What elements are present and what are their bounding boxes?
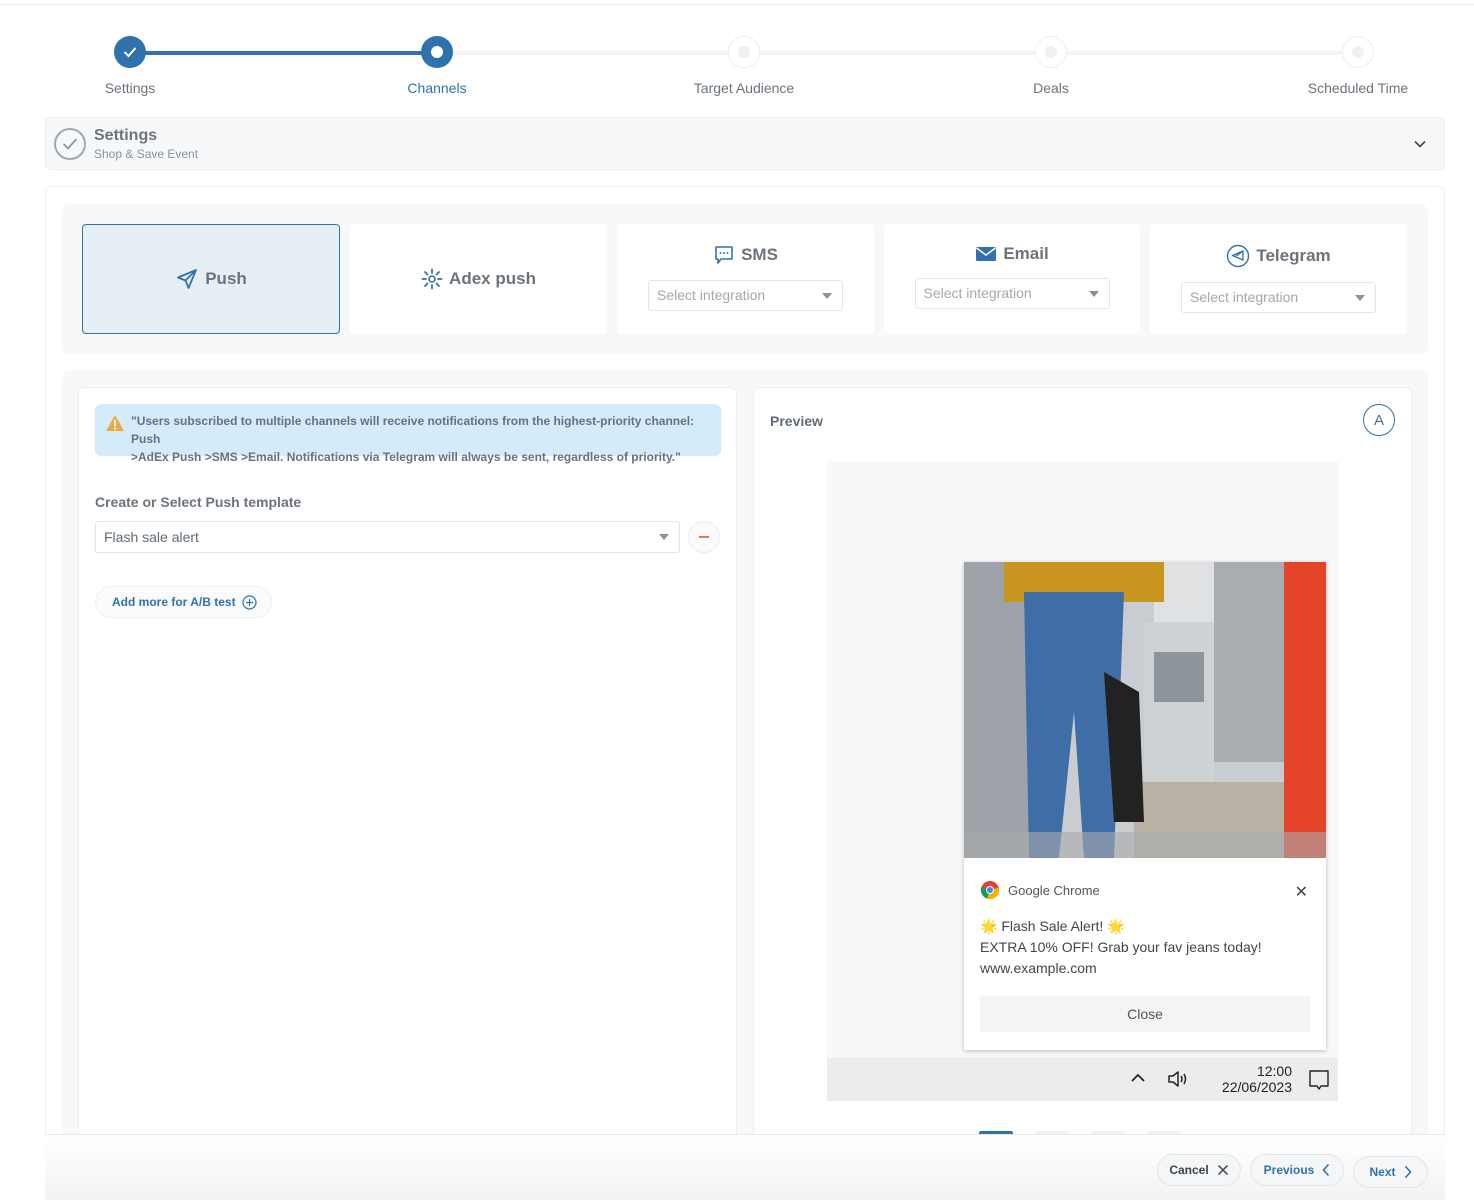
taskbar-time: 12:00 xyxy=(1256,1063,1292,1079)
remove-template-button[interactable] xyxy=(688,521,720,553)
taskbar-date: 22/06/2023 xyxy=(1221,1079,1292,1095)
telegram-integration-select[interactable]: Select integration xyxy=(1181,282,1376,313)
caret-down-icon xyxy=(1088,291,1099,297)
check-circle-icon xyxy=(54,128,86,160)
channel-push[interactable]: Push xyxy=(82,224,340,334)
notification-close-button[interactable]: Close xyxy=(980,996,1310,1032)
step-done-indicator xyxy=(114,36,146,68)
add-ab-test-button[interactable]: Add more for A/B test xyxy=(95,586,272,618)
step-active-indicator xyxy=(421,36,453,68)
step-label: Target Audience xyxy=(693,80,795,96)
template-value: Flash sale alert xyxy=(104,529,199,545)
notification-app-name: Google Chrome xyxy=(1008,882,1100,898)
step-deals[interactable]: Deals xyxy=(971,36,1131,96)
volume-icon[interactable] xyxy=(1167,1069,1191,1089)
channel-adex-push[interactable]: Adex push xyxy=(350,224,607,334)
summary-subtitle: Shop & Save Event xyxy=(94,147,199,161)
notification-url: www.example.com xyxy=(980,960,1097,976)
select-placeholder: Select integration xyxy=(1190,289,1299,305)
desktop-preview: Google Chrome ✕ 🌟 Flash Sale Alert! 🌟 EX… xyxy=(827,461,1338,1101)
summary-title: Settings xyxy=(94,127,158,144)
channel-selector: Push Adex push SMS Select integration Em… xyxy=(62,204,1428,354)
send-icon xyxy=(177,269,198,289)
channel-label: Adex push xyxy=(449,269,536,288)
variant-badge[interactable]: A xyxy=(1363,404,1395,436)
notification-title: 🌟 Flash Sale Alert! 🌟 xyxy=(980,918,1125,934)
email-integration-select[interactable]: Select integration xyxy=(914,278,1110,309)
notification-body: EXTRA 10% OFF! Grab your fav jeans today… xyxy=(980,939,1262,955)
notification-image xyxy=(964,562,1326,858)
step-scheduled-time[interactable]: Scheduled Time xyxy=(1278,36,1438,96)
alert-text-line2: >AdEx Push >SMS >Email. Notifications vi… xyxy=(131,450,681,464)
caret-down-icon xyxy=(822,293,832,299)
cancel-label: Cancel xyxy=(1169,1163,1209,1177)
step-label: Settings xyxy=(104,80,156,96)
plus-circle-icon xyxy=(241,594,257,610)
step-target-audience[interactable]: Target Audience xyxy=(664,36,824,96)
push-notification-preview: Google Chrome ✕ 🌟 Flash Sale Alert! 🌟 EX… xyxy=(964,562,1326,1050)
channel-label: Telegram xyxy=(1256,246,1331,265)
close-icon[interactable]: ✕ xyxy=(1295,882,1308,902)
channel-telegram[interactable]: Telegram Select integration xyxy=(1150,224,1407,334)
next-label: Next xyxy=(1369,1165,1396,1179)
envelope-icon xyxy=(976,247,997,261)
check-icon xyxy=(124,47,136,58)
warning-icon xyxy=(106,415,124,431)
previous-label: Previous xyxy=(1263,1163,1315,1177)
step-label: Channels xyxy=(407,80,467,96)
template-label: Create or Select Push template xyxy=(95,494,302,510)
wizard-stepper: Settings Channels Target Audience Deals … xyxy=(0,36,1474,106)
settings-summary-panel[interactable]: Settings Shop & Save Event xyxy=(45,117,1445,170)
chevron-left-icon xyxy=(1322,1163,1330,1177)
template-select[interactable]: Flash sale alert xyxy=(95,521,680,553)
channel-sms[interactable]: SMS Select integration xyxy=(617,224,874,334)
step-settings[interactable]: Settings xyxy=(50,36,210,96)
chrome-icon xyxy=(980,881,1000,900)
telegram-icon xyxy=(1227,244,1250,268)
alert-text-line1: "Users subscribed to multiple channels w… xyxy=(131,414,695,446)
close-icon xyxy=(1217,1164,1228,1176)
top-border xyxy=(0,0,1474,5)
select-placeholder: Select integration xyxy=(657,287,766,303)
step-label: Deals xyxy=(1033,80,1069,96)
cancel-button[interactable]: Cancel xyxy=(1157,1154,1241,1186)
step-pending-indicator xyxy=(1342,36,1374,68)
sms-integration-select[interactable]: Select integration xyxy=(648,280,843,311)
ab-button-label: Add more for A/B test xyxy=(112,595,236,609)
chevron-up-icon[interactable] xyxy=(1130,1071,1146,1085)
priority-alert: "Users subscribed to multiple channels w… xyxy=(95,404,721,464)
step-pending-indicator xyxy=(728,36,760,68)
select-placeholder: Select integration xyxy=(923,285,1032,301)
sparkle-icon xyxy=(421,268,443,290)
channel-email[interactable]: Email Select integration xyxy=(884,224,1140,334)
taskbar: 12:00 22/06/2023 xyxy=(827,1058,1338,1101)
wizard-footer: Cancel Previous Next xyxy=(45,1134,1445,1200)
caret-down-icon xyxy=(659,534,669,540)
channel-label: Push xyxy=(205,269,247,288)
caret-down-icon xyxy=(1355,295,1365,301)
previous-button[interactable]: Previous xyxy=(1250,1154,1344,1186)
template-editor-panel: "Users subscribed to multiple channels w… xyxy=(78,387,737,1200)
step-channels[interactable]: Channels xyxy=(357,36,517,96)
chat-icon xyxy=(715,246,733,264)
notification-center-icon[interactable] xyxy=(1308,1069,1330,1091)
chevron-down-icon[interactable] xyxy=(1406,130,1434,158)
step-pending-indicator xyxy=(1035,36,1067,68)
minus-icon xyxy=(699,536,709,538)
step-label: Scheduled Time xyxy=(1307,80,1409,96)
next-button[interactable]: Next xyxy=(1353,1156,1428,1188)
chevron-right-icon xyxy=(1404,1165,1412,1179)
preview-title: Preview xyxy=(770,413,823,429)
step-track-pending xyxy=(437,51,1358,55)
channel-label: Email xyxy=(1003,244,1049,263)
preview-panel: Preview A Google Chrome ✕ 🌟 Flash Sale A… xyxy=(753,387,1412,1200)
channel-label: SMS xyxy=(741,245,778,264)
